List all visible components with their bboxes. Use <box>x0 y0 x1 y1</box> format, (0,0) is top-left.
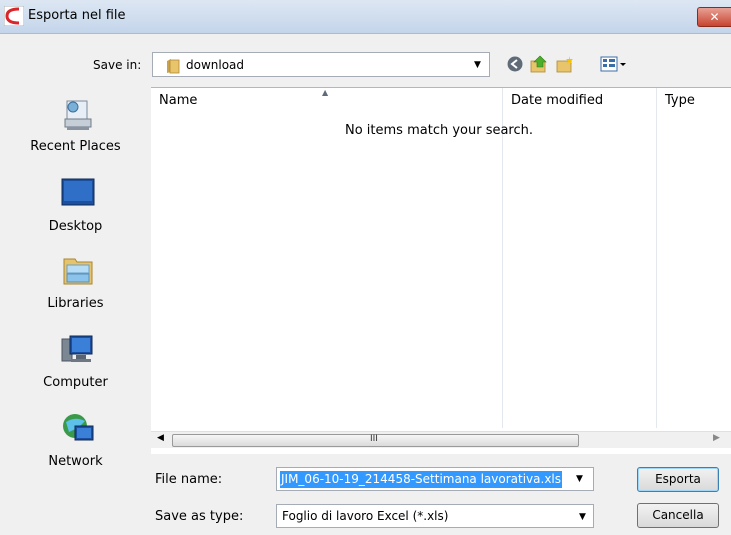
save-dialog: Esporta nel file ✕ Save in: download ▼ R… <box>0 0 731 535</box>
recent-places-icon <box>64 100 92 130</box>
place-recent-places[interactable]: Recent Places <box>0 97 151 161</box>
horizontal-scrollbar[interactable]: ◀ III ▶ <box>151 431 731 448</box>
chevron-down-icon: ▼ <box>579 512 586 522</box>
up-folder-icon[interactable] <box>529 55 549 73</box>
column-header-type[interactable]: Type <box>657 88 731 114</box>
libraries-icon <box>63 258 93 285</box>
file-name-input[interactable]: JIM_06-10-19_214458-Settimana lavorativa… <box>276 467 594 491</box>
network-icon <box>63 414 94 441</box>
scrollbar-grip: III <box>370 434 378 444</box>
place-label: Desktop <box>48 219 103 234</box>
place-computer[interactable]: Computer <box>0 333 151 397</box>
column-header-label: Name <box>159 93 198 108</box>
save-in-value: download <box>186 58 245 72</box>
app-logo-icon <box>4 6 24 26</box>
column-header-label: Type <box>665 93 695 108</box>
close-icon: ✕ <box>709 10 720 24</box>
column-header-label: Date modified <box>511 93 604 108</box>
window-title: Esporta nel file <box>28 8 126 23</box>
column-divider[interactable] <box>502 88 503 428</box>
file-name-value: JIM_06-10-19_214458-Settimana lavorativa… <box>280 471 563 488</box>
save-as-type-dropdown[interactable]: Foglio di lavoro Excel (*.xls) ▼ <box>276 504 594 528</box>
file-name-label: File name: <box>155 472 223 487</box>
save-as-type-value: Foglio di lavoro Excel (*.xls) <box>282 509 449 523</box>
desktop-icon <box>61 178 95 206</box>
place-label: Recent Places <box>30 139 121 154</box>
close-button[interactable]: ✕ <box>697 7 731 27</box>
chevron-down-icon: ▼ <box>474 60 481 70</box>
export-button[interactable]: Esporta <box>637 467 719 492</box>
place-network[interactable]: Network <box>0 412 151 476</box>
place-desktop[interactable]: Desktop <box>0 177 151 241</box>
scroll-right-icon[interactable]: ▶ <box>713 433 720 443</box>
empty-message: No items match your search. <box>345 123 534 138</box>
place-label: Computer <box>43 375 108 390</box>
back-icon[interactable] <box>506 55 524 73</box>
computer-icon <box>61 335 93 362</box>
chevron-down-icon[interactable]: ▼ <box>576 474 583 484</box>
column-header-date-modified[interactable]: Date modified <box>503 88 656 114</box>
folder-icon <box>167 59 180 74</box>
new-folder-icon[interactable] <box>555 55 575 73</box>
scrollbar-thumb[interactable]: III <box>172 434 579 447</box>
places-bar: Recent Places Desktop Libraries Computer… <box>0 87 151 469</box>
views-menu-icon[interactable] <box>600 55 628 73</box>
title-bar[interactable]: Esporta nel file ✕ <box>0 0 731 34</box>
save-as-type-label: Save as type: <box>155 509 244 524</box>
cancel-button[interactable]: Cancella <box>637 503 719 528</box>
place-libraries[interactable]: Libraries <box>0 254 151 318</box>
scroll-left-icon[interactable]: ◀ <box>157 433 164 443</box>
sort-ascending-icon: ▲ <box>322 88 329 97</box>
place-label: Libraries <box>47 296 104 311</box>
save-in-label: Save in: <box>93 58 142 72</box>
place-label: Network <box>48 454 103 469</box>
file-list[interactable]: Name ▲ Date modified Type No items match… <box>151 87 731 454</box>
column-divider[interactable] <box>656 88 657 428</box>
save-in-dropdown[interactable]: download ▼ <box>152 52 490 77</box>
